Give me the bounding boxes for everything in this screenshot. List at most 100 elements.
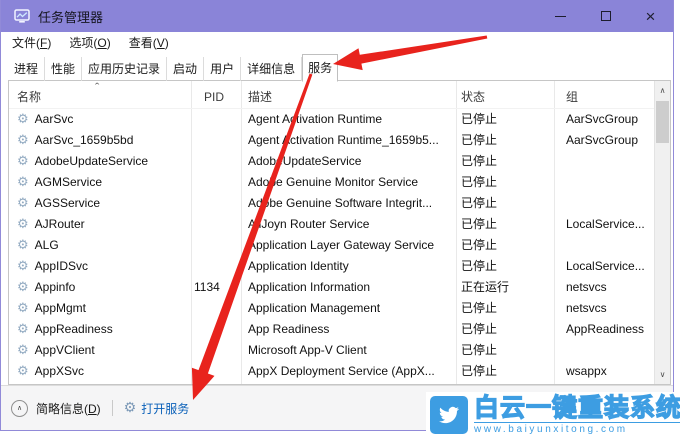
tab-services[interactable]: 服务	[302, 54, 339, 82]
tab-startup[interactable]: 启动	[167, 57, 205, 81]
service-pid-cell	[191, 151, 241, 172]
tab-bar: 进程 性能 应用历史记录 启动 用户 详细信息 服务	[8, 53, 339, 82]
service-name-cell: ⚙ AdobeUpdateService	[17, 154, 149, 169]
menu-options[interactable]: 选项(O)	[60, 32, 119, 53]
scroll-down-button[interactable]: ∨	[655, 365, 670, 384]
service-group-cell	[554, 151, 654, 172]
table-row[interactable]: ⚙ AppVClient Microsoft App-V Client 已停止	[9, 340, 654, 361]
title-bar[interactable]: 任务管理器 ×	[1, 0, 673, 32]
close-button[interactable]: ×	[628, 0, 673, 32]
service-gear-icon: ⚙	[17, 301, 29, 316]
service-desc-cell: Application Identity	[248, 259, 349, 273]
service-gear-icon: ⚙	[17, 259, 29, 274]
service-name-cell: ⚙ AGSService	[17, 196, 101, 211]
watermark-brand: 白云一键重装系统	[473, 393, 680, 422]
open-services-label: 打开服务	[141, 401, 190, 416]
table-row[interactable]: ⚙ AGMService Adobe Genuine Monitor Servic…	[9, 172, 654, 193]
service-desc-cell: Microsoft App-V Client	[248, 343, 367, 357]
service-status-cell: 已停止	[461, 301, 498, 315]
service-pid-cell	[191, 256, 241, 277]
column-header-group[interactable]: 组	[554, 88, 654, 108]
watermark-text: 白云一键重装系统 www.baiyunxitong.com	[473, 393, 680, 435]
service-desc-cell: Application Information	[248, 280, 371, 294]
table-row[interactable]: ⚙ AppXSvc AppX Deployment Service (AppX..…	[9, 361, 654, 382]
scrollbar-thumb[interactable]	[656, 101, 669, 143]
table-row[interactable]: ⚙ AJRouter AllJoyn Router Service 已停止 Loc…	[9, 214, 654, 235]
service-status-cell: 已停止	[461, 196, 498, 210]
column-header-status[interactable]: 状态	[456, 88, 554, 108]
task-manager-window: 任务管理器 × 文件(F) 选项(O) 查看(V) 进程 性能 应用历史记录 启…	[0, 0, 674, 431]
bird-icon	[439, 406, 459, 424]
table-row[interactable]: ⚙ ALG Application Layer Gateway Service 已…	[9, 235, 654, 256]
service-name-cell: ⚙ AGMService	[17, 175, 103, 190]
service-desc-cell: Agent Activation Runtime_1659b5...	[248, 133, 439, 147]
service-pid-cell	[191, 172, 241, 193]
minimize-button[interactable]	[538, 0, 583, 32]
service-pid-cell	[191, 193, 241, 214]
service-desc-cell: AllJoyn Router Service	[248, 217, 370, 231]
service-gear-icon: ⚙	[17, 364, 29, 379]
table-row[interactable]: ⚙ AGSService Adobe Genuine Software Integ…	[9, 193, 654, 214]
service-group-cell: LocalService...	[566, 217, 645, 231]
service-status-cell: 已停止	[461, 364, 498, 378]
tab-performance[interactable]: 性能	[45, 57, 83, 81]
service-status-cell: 已停止	[461, 259, 498, 273]
services-gear-icon: ⚙	[123, 400, 137, 416]
service-desc-cell: Agent Activation Runtime	[248, 112, 383, 126]
service-desc-cell: Application Management	[248, 301, 381, 315]
service-gear-icon: ⚙	[17, 322, 29, 337]
table-row[interactable]: ⚙ AarSvc Agent Activation Runtime 已停止 Aar…	[9, 109, 654, 130]
table-row[interactable]: ⚙ AppReadiness App Readiness 已停止 AppReadi…	[9, 319, 654, 340]
service-name-cell: ⚙ AppIDSvc	[17, 259, 89, 274]
window-title: 任务管理器	[38, 9, 104, 25]
service-status-cell: 已停止	[461, 322, 498, 336]
service-desc-cell: Adobe Genuine Monitor Service	[248, 175, 419, 189]
service-name-cell: ⚙ AppReadiness	[17, 322, 113, 337]
open-services-link[interactable]: ⚙ 打开服务	[124, 400, 190, 417]
service-group-cell: AppReadiness	[566, 322, 645, 336]
service-gear-icon: ⚙	[17, 154, 29, 169]
collapse-chevron-icon: ∧	[11, 399, 28, 417]
service-group-cell: netsvcs	[566, 301, 607, 315]
service-name-cell: ⚙ AppXSvc	[17, 364, 85, 379]
service-group-cell: LocalService...	[566, 259, 645, 273]
table-row[interactable]: ⚙ AppMgmt Application Management 已停止 nets…	[9, 298, 654, 319]
menu-file[interactable]: 文件(F)	[3, 32, 60, 53]
service-status-cell: 已停止	[461, 217, 498, 231]
table-row[interactable]: ⚙ AarSvc_1659b5bd Agent Activation Runtim…	[9, 130, 654, 151]
table-row[interactable]: ⚙ Appinfo 1134 Application Information 正在…	[9, 277, 654, 298]
service-group-cell	[554, 172, 654, 193]
tab-app-history[interactable]: 应用历史记录	[82, 57, 168, 81]
service-status-cell: 已停止	[461, 175, 498, 189]
watermark-url: www.baiyunxitong.com	[474, 421, 680, 435]
tab-processes[interactable]: 进程	[8, 57, 46, 81]
service-status-cell: 已停止	[461, 238, 498, 252]
table-row[interactable]: ⚙ AdobeUpdateService AdobeUpdateService 已…	[9, 151, 654, 172]
scroll-up-button[interactable]: ∧	[655, 81, 670, 100]
vertical-scrollbar[interactable]: ∧ ∨	[654, 81, 670, 384]
service-group-cell	[554, 340, 654, 361]
service-group-cell: wsappx	[566, 364, 607, 378]
service-name-cell: ⚙ AppVClient	[17, 343, 95, 358]
service-name-cell: ⚙ ALG	[17, 238, 59, 253]
column-header-desc[interactable]: 描述	[241, 88, 456, 108]
maximize-icon	[600, 11, 611, 21]
service-desc-cell: App Readiness	[248, 322, 330, 336]
column-header-pid[interactable]: PID	[191, 88, 241, 108]
services-table: 名称 PID 描述 状态 组 ˆ ⚙ AarSvc Agent Activatio…	[8, 80, 671, 385]
table-row[interactable]: ⚙ AppIDSvc Application Identity 已停止 Local…	[9, 256, 654, 277]
service-pid-cell: 1134	[194, 280, 220, 294]
column-header-name[interactable]: 名称	[9, 88, 191, 108]
tab-details[interactable]: 详细信息	[241, 57, 303, 81]
window-controls: ×	[538, 0, 673, 32]
tab-users[interactable]: 用户	[204, 57, 242, 81]
service-gear-icon: ⚙	[17, 196, 29, 211]
service-gear-icon: ⚙	[17, 238, 29, 253]
service-group-cell: AarSvcGroup	[566, 133, 639, 147]
menu-view[interactable]: 查看(V)	[120, 32, 178, 53]
menu-bar: 文件(F) 选项(O) 查看(V)	[1, 32, 673, 53]
maximize-button[interactable]	[583, 0, 628, 32]
service-pid-cell	[191, 298, 241, 319]
close-icon: ×	[645, 6, 656, 26]
fewer-details-button[interactable]: 简略信息(D)	[36, 400, 101, 417]
